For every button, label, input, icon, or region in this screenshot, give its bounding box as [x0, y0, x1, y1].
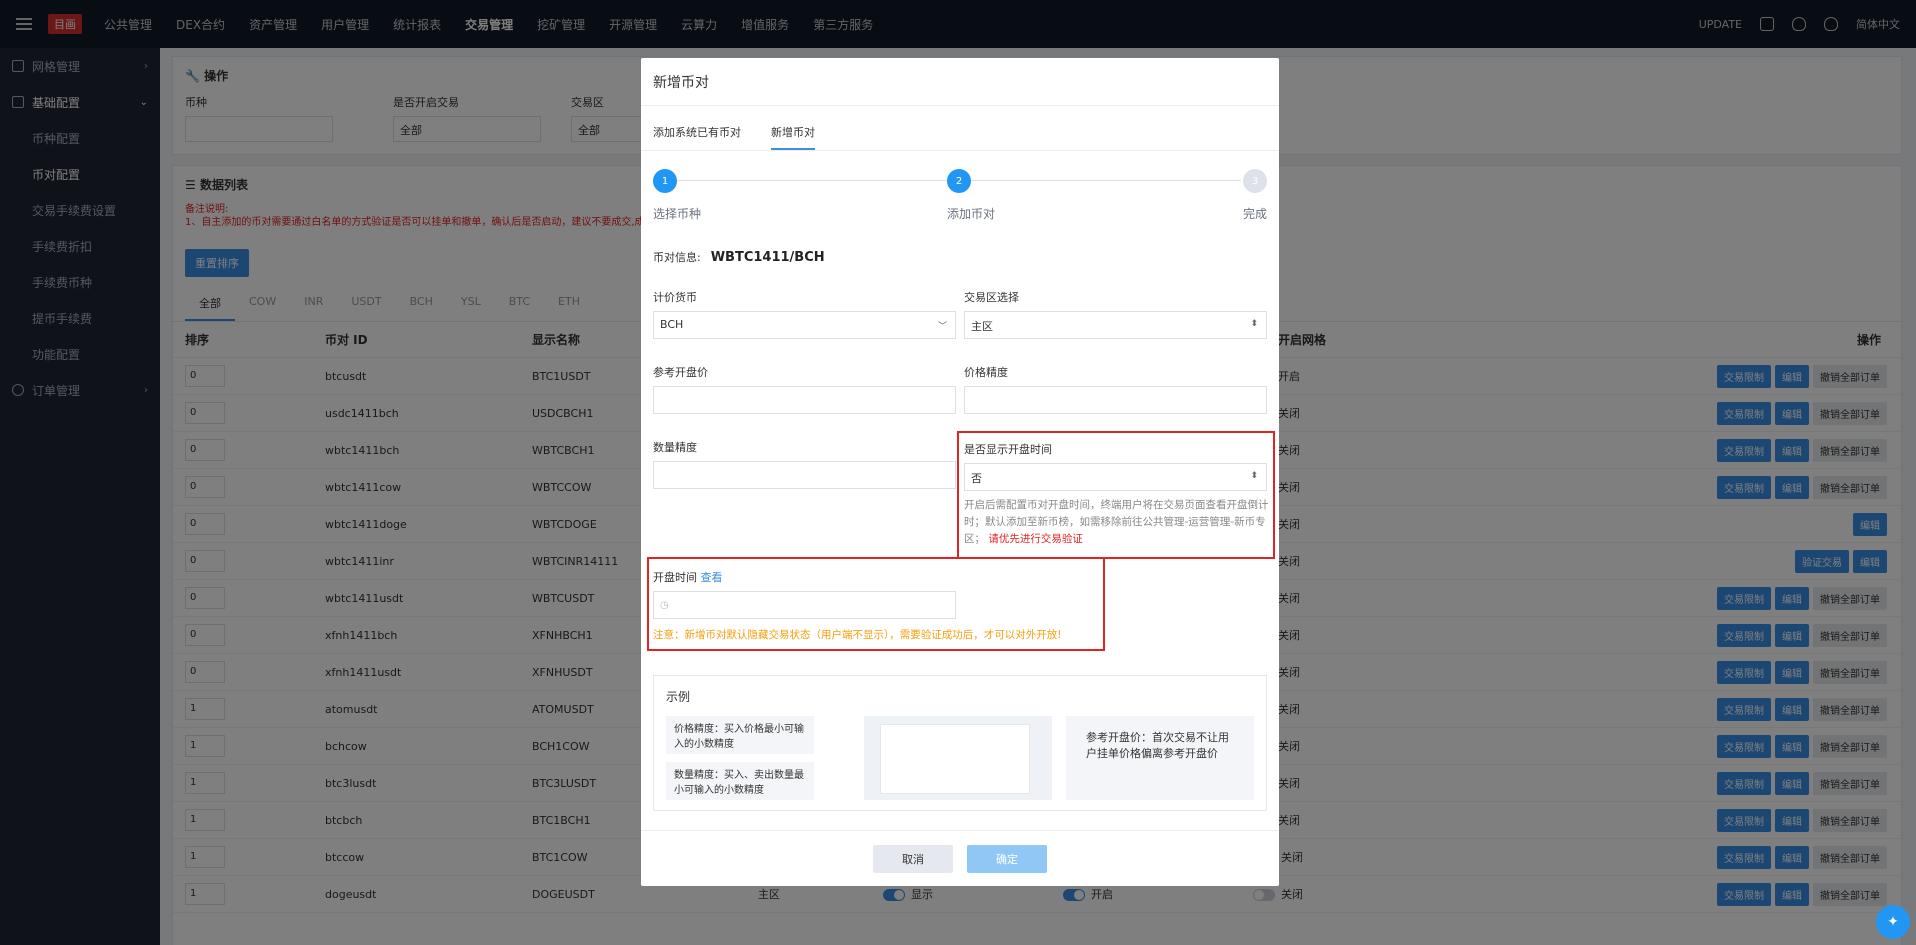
pair-form: 计价货币 BCH ﹀ 交易区选择 主区 ⬍ 参考开盘价 价格精度 数量精度 是否显示…: [647, 265, 1275, 825]
new-pair-notice: 注意：新增币对默认隐藏交易状态（用户端不显示），需要验证成功后，才可以对外开放!: [653, 629, 1062, 641]
example-qty-precision: 数量精度：买入、卖出数量最小可输入的小数精度: [666, 762, 814, 800]
sort-arrows-icon: ⬍: [1250, 471, 1258, 481]
step-3-label: 完成: [1242, 207, 1267, 221]
stepper: 1 2 3 选择币种 添加币对 完成: [653, 169, 1267, 249]
pair-info-label: 币对信息:: [653, 251, 701, 264]
pair-info-value: WBTC1411/BCH: [710, 249, 825, 265]
modal-title: 新增币对: [641, 58, 1279, 106]
open-time-label: 开盘时间 查看: [653, 571, 723, 584]
verify-warning: 请优先进行交易验证: [988, 533, 1083, 545]
ref-price-label: 参考开盘价: [653, 366, 708, 379]
example-trade-form-image: [880, 724, 1030, 794]
example-title: 示例: [666, 690, 691, 704]
example-ref-price: 参考开盘价：首次交易不让用户挂单价格偏离参考开盘价: [1066, 716, 1254, 800]
clock-icon: ◷: [660, 600, 669, 611]
modal-footer: 取消 确定: [641, 830, 1279, 886]
step-3-dot: 3: [1243, 169, 1267, 193]
tab-add-new-pair[interactable]: 新增币对: [771, 116, 815, 150]
view-link[interactable]: 查看: [701, 571, 723, 584]
trade-zone-label: 交易区选择: [964, 291, 1019, 304]
step-connector: [971, 180, 1241, 181]
tab-add-existing-pair[interactable]: 添加系统已有币对: [653, 116, 741, 150]
quote-currency-label: 计价货币: [653, 291, 697, 304]
price-precision-label: 价格精度: [964, 366, 1008, 379]
pair-info: 币对信息: WBTC1411/BCH: [641, 249, 1279, 265]
confirm-button[interactable]: 确定: [967, 844, 1047, 873]
qty-precision-input[interactable]: [653, 461, 956, 489]
step-1-dot: 1: [653, 169, 677, 193]
quote-currency-select[interactable]: BCH ﹀: [653, 311, 956, 339]
step-connector: [677, 180, 947, 181]
ref-price-input[interactable]: [653, 386, 956, 414]
example-price-precision: 价格精度：买入价格最小可输入的小数精度: [666, 716, 814, 754]
step-2-label: 添加币对: [947, 207, 996, 221]
show-open-time-hint: 开启后需配置币对开盘时间，终端用户将在交易页面查看开盘倒计时；默认添加至新币榜，…: [964, 499, 1269, 545]
add-pair-modal: 新增币对 添加系统已有币对 新增币对 1 2 3 选择币种 添加币对 完成 币对…: [641, 58, 1279, 886]
lightbulb-icon[interactable]: ✦: [1876, 905, 1910, 939]
sort-arrows-icon: ⬍: [1250, 319, 1258, 329]
example-box: 示例 价格精度：买入价格最小可输入的小数精度 数量精度：买入、卖出数量最小可输入…: [653, 675, 1267, 811]
trade-zone-select[interactable]: 主区 ⬍: [964, 311, 1267, 339]
example-screenshot: [864, 716, 1052, 800]
step-2-dot: 2: [947, 169, 971, 193]
qty-precision-label: 数量精度: [653, 441, 697, 454]
step-1-label: 选择币种: [653, 207, 702, 221]
price-precision-input[interactable]: [964, 386, 1267, 414]
open-time-picker[interactable]: ◷: [653, 591, 956, 619]
show-open-time-label: 是否显示开盘时间: [964, 443, 1052, 456]
chevron-down-icon: ﹀: [937, 322, 947, 332]
cancel-button[interactable]: 取消: [873, 844, 953, 873]
show-open-time-select[interactable]: 否 ⬍: [964, 463, 1267, 491]
